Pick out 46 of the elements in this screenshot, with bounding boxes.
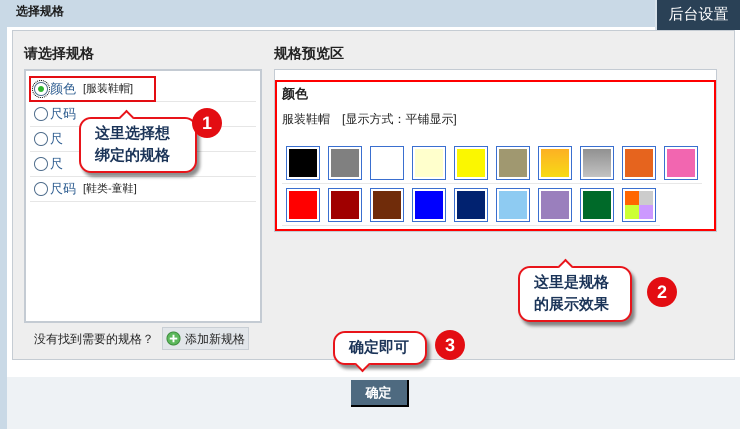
color-swatch[interactable] (412, 188, 446, 222)
option-label: 尺 (50, 155, 63, 174)
page-title: 选择规格 (15, 3, 64, 20)
color-swatch[interactable] (328, 146, 362, 180)
hint-text: 没有找到需要的规格？ (34, 330, 154, 348)
option-tag: [服装鞋帽] (83, 80, 134, 98)
section-heading: 请选择规格 (24, 44, 95, 63)
radio-button[interactable] (34, 107, 48, 121)
settings-button[interactable]: 后台设置 (655, 0, 740, 30)
color-swatch[interactable] (286, 188, 320, 222)
color-swatch[interactable] (664, 146, 698, 180)
spec-option[interactable]: 尺码 [鞋类-童鞋] (30, 177, 139, 201)
radio-button[interactable] (34, 82, 48, 96)
spec-option[interactable]: 尺 (30, 152, 65, 176)
color-swatch[interactable] (580, 188, 614, 222)
color-swatch[interactable] (370, 146, 404, 180)
confirm-button[interactable]: 确定 (350, 380, 408, 407)
option-label: 尺码 (50, 180, 76, 198)
color-swatch[interactable] (454, 188, 488, 222)
color-swatch[interactable] (286, 146, 320, 180)
section-heading: 规格预览区 (274, 44, 345, 63)
color-swatch[interactable] (328, 188, 362, 222)
plus-icon (166, 331, 181, 346)
option-label: 尺码 (50, 105, 76, 124)
color-swatch[interactable] (538, 188, 572, 222)
color-swatch[interactable] (622, 188, 656, 222)
radio-button[interactable] (34, 182, 48, 196)
color-swatch[interactable] (412, 146, 446, 180)
radio-button[interactable] (34, 132, 48, 146)
spec-title: 颜色 (282, 85, 309, 103)
color-swatch[interactable] (580, 146, 614, 180)
option-label: 颜色 (50, 80, 76, 98)
spec-option[interactable]: 颜色 [服装鞋帽] (30, 77, 155, 101)
color-swatch[interactable] (496, 146, 530, 180)
color-swatch[interactable] (538, 146, 572, 180)
option-tag: [鞋类-童鞋] (83, 180, 137, 198)
spec-description: 服装鞋帽 [显示方式：平铺显示] (282, 110, 458, 128)
color-swatch[interactable] (496, 188, 530, 222)
option-label: 尺 (50, 130, 63, 148)
color-swatch[interactable] (370, 188, 404, 222)
spec-option[interactable]: 尺码 (30, 102, 78, 126)
color-swatch[interactable] (454, 146, 488, 180)
add-spec-button[interactable]: 添加新规格 (162, 327, 249, 350)
color-swatch[interactable] (622, 146, 656, 180)
radio-button[interactable] (34, 157, 48, 171)
spec-option[interactable]: 尺 (30, 127, 65, 151)
